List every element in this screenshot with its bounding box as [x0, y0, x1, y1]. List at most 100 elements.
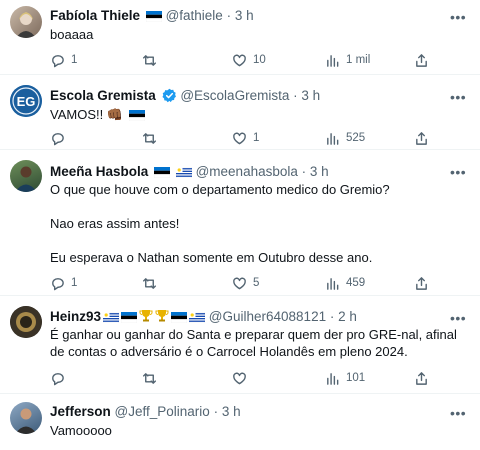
views-icon [327, 132, 339, 145]
author-handle[interactable]: @EscolaGremista [180, 88, 289, 103]
share-button[interactable] [414, 370, 429, 386]
uruguay-flag [188, 310, 206, 326]
tweet-feed: Fabíola Thiele @fathiele · 3 h ••• boaaa… [0, 0, 480, 450]
estonia-flag [128, 108, 145, 125]
retweet-button[interactable] [142, 52, 163, 68]
share-button[interactable] [414, 52, 429, 68]
tweet[interactable]: EG Escola Gremista @EscolaGremista · 3 h… [0, 75, 480, 150]
separator-dot: · [329, 309, 335, 324]
uruguay-flag [175, 165, 192, 181]
avatar-photo [15, 166, 37, 192]
heart-icon [233, 277, 246, 289]
svg-text:EG: EG [17, 94, 36, 109]
author-handle[interactable]: @fathiele [166, 8, 223, 23]
timestamp[interactable]: 3 h [222, 404, 241, 419]
trophy-icon [139, 309, 153, 326]
reply-icon [52, 132, 64, 145]
separator-dot: · [213, 404, 219, 419]
like-button[interactable]: 10 [232, 52, 266, 68]
author-name[interactable]: Fabíola Thiele [50, 8, 140, 23]
timestamp[interactable]: 2 h [338, 309, 357, 324]
tweet-text: O que que houve com o departamento medic… [50, 181, 460, 266]
action-bar: 101 [50, 370, 464, 386]
author-handle[interactable]: @meenahasbola [196, 164, 298, 179]
tweet[interactable]: Jefferson @Jeff_Polinario · 3 h ••• Vamo… [0, 394, 480, 450]
view-count: 101 [346, 372, 366, 384]
retweet-button[interactable] [142, 370, 163, 386]
more-options-icon[interactable]: ••• [450, 10, 466, 26]
author-name[interactable]: Escola Gremista [50, 88, 156, 103]
tweet-text-line: VAMOS!! 👊🏾 [50, 106, 460, 125]
avatar[interactable] [10, 306, 42, 338]
retweet-icon [142, 132, 157, 144]
retweet-button[interactable] [142, 275, 163, 291]
action-bar: 1 5 459 [50, 275, 464, 291]
reply-button[interactable] [50, 130, 71, 146]
estonia-flag [170, 310, 188, 326]
escola-gremista-logo: EG [10, 85, 42, 117]
more-options-icon[interactable]: ••• [450, 406, 466, 422]
more-options-icon[interactable]: ••• [450, 311, 466, 327]
tweet[interactable]: Heinz93 @Guilher64088121 · 2 h ••• É gan… [0, 296, 480, 394]
like-button[interactable]: 5 [232, 275, 259, 291]
estonia-flag [145, 9, 162, 25]
tweet-text-line: É ganhar ou ganhar do Santa e preparar q… [50, 327, 457, 359]
retweet-icon [142, 277, 157, 289]
views-icon [327, 277, 339, 290]
estonia-flag [153, 165, 171, 181]
estonia-flag [120, 310, 138, 326]
reply-button[interactable]: 1 [50, 52, 77, 68]
like-count: 10 [253, 54, 266, 66]
action-bar: 1 525 [50, 130, 464, 146]
tweet-text-line: Eu esperava o Nathan somente em Outubro … [50, 250, 373, 265]
separator-dot: · [293, 88, 298, 103]
author-handle[interactable]: @Guilher64088121 [209, 309, 326, 324]
retweet-button[interactable] [142, 130, 163, 146]
share-icon [416, 131, 427, 145]
tweet-text-line: O que que houve com o departamento medic… [50, 182, 390, 197]
reply-count: 1 [71, 54, 78, 66]
tweet[interactable]: Fabíola Thiele @fathiele · 3 h ••• boaaa… [0, 0, 480, 75]
tweet-text: Vamooooo [50, 422, 460, 439]
reply-icon [52, 54, 64, 67]
tweet-text-line: Vamooooo [50, 423, 112, 438]
timestamp[interactable]: 3 h [301, 88, 320, 103]
views-button[interactable]: 1 mil [325, 52, 370, 68]
tweet[interactable]: Meeña Hasbola @meenahasbola · 3 h ••• O … [0, 150, 480, 296]
author-name[interactable]: Heinz93 [50, 309, 101, 324]
author-handle[interactable]: @Jeff_Polinario [115, 404, 210, 419]
timestamp[interactable]: 3 h [310, 164, 329, 179]
like-button[interactable] [232, 370, 253, 386]
retweet-icon [142, 54, 157, 66]
author-name[interactable]: Meeña Hasbola [50, 164, 148, 179]
share-icon [416, 53, 427, 67]
avatar[interactable] [10, 6, 42, 38]
heart-icon [233, 132, 246, 144]
verified-badge-icon [162, 88, 177, 105]
more-options-icon[interactable]: ••• [450, 165, 466, 181]
author-name[interactable]: Jefferson [50, 404, 111, 419]
views-button[interactable]: 101 [325, 370, 365, 386]
separator-dot: · [226, 8, 232, 23]
action-bar: 1 10 1 mil [50, 52, 464, 68]
avatar[interactable] [10, 402, 42, 434]
tweet-text: boaaaa [50, 26, 460, 43]
more-options-icon[interactable]: ••• [450, 90, 466, 106]
tweet-text: VAMOS!! 👊🏾 [50, 106, 460, 125]
views-button[interactable]: 459 [325, 275, 365, 291]
avatar[interactable] [10, 160, 42, 192]
like-button[interactable]: 1 [232, 130, 259, 146]
share-button[interactable] [414, 130, 429, 146]
tweet-text-line: boaaaa [50, 27, 94, 42]
timestamp[interactable]: 3 h [235, 8, 254, 23]
avatar-photo [10, 306, 42, 338]
avatar[interactable]: EG [10, 85, 42, 117]
share-icon [416, 371, 427, 385]
reply-icon [52, 277, 64, 290]
separator-dot: · [301, 164, 307, 179]
share-button[interactable] [414, 275, 429, 291]
view-count: 525 [346, 132, 366, 144]
reply-button[interactable] [50, 370, 71, 386]
reply-button[interactable]: 1 [50, 275, 77, 291]
views-button[interactable]: 525 [325, 130, 365, 146]
